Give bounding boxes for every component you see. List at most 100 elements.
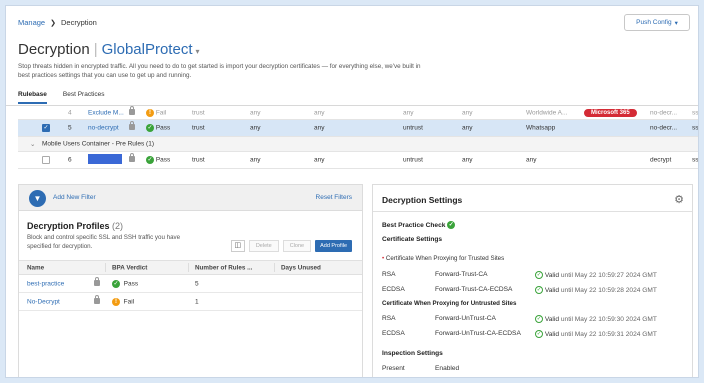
column-header-bpa-verdict[interactable]: BPA Verdict — [112, 264, 147, 271]
settings-title: Decryption Settings — [382, 195, 463, 205]
cert-name: Forward-Trust-CA — [435, 271, 488, 278]
required-marker: • — [382, 255, 385, 262]
cert-name: Forward-Trust-CA-ECDSA — [435, 286, 513, 293]
push-config-button[interactable]: Push Config ▾ — [624, 14, 690, 31]
decryption-profiles-panel: ▼ Add New Filter Reset Filters Decryptio… — [18, 184, 363, 377]
settings-divider — [373, 211, 692, 212]
cert-validity: ✓ Valid until May 22 10:59:27 2024 GMT — [535, 271, 657, 279]
bpa-verdict: ! Fail — [112, 297, 134, 306]
column-header-number-of-rules[interactable]: Number of Rules ... — [195, 264, 252, 271]
cell-user: any — [314, 156, 325, 164]
cert-algorithm: RSA — [382, 271, 396, 278]
certificate-settings-heading: Certificate Settings — [382, 236, 443, 243]
chevron-right-icon: ❯ — [50, 20, 56, 27]
cell-source: any — [250, 109, 261, 116]
trusted-sites-label: Certificate When Proxying for Trusted Si… — [385, 255, 505, 262]
table-row-selected[interactable]: ✓ 5 no-decrypt ✓ Pass trust any any untr… — [18, 120, 699, 137]
chevron-down-icon[interactable]: ⌄ — [30, 140, 35, 148]
page-title-text: Decryption — [18, 41, 90, 58]
redacted-rule-name[interactable] — [88, 154, 122, 166]
page-description: Stop threats hidden in encrypted traffic… — [18, 63, 421, 79]
tab-bar: Rulebase Best Practices — [18, 91, 104, 104]
rule-number: 4 — [68, 109, 72, 116]
bpa-verdict: ✓ Pass — [112, 279, 139, 288]
profiles-toolbar: ◫ Delete Clone Add Profile — [230, 240, 352, 252]
reset-filters-link[interactable]: Reset Filters — [316, 194, 352, 201]
table-row[interactable]: 6 ✓ Pass trust any any untrust any any d… — [18, 152, 699, 169]
microsoft-365-badge: Microsoft 365 — [584, 108, 637, 117]
filter-icon[interactable]: ▼ — [29, 190, 46, 207]
profiles-title: Decryption Profiles (2) — [27, 221, 123, 231]
lock-icon — [94, 276, 100, 288]
table-row[interactable]: No-Decrypt ! Fail 1 — [19, 293, 362, 311]
cert-name: Forward-UnTrust-CA-ECDSA — [435, 330, 521, 337]
tab-rulebase[interactable]: Rulebase — [18, 91, 47, 104]
cert-name: Forward-UnTrust-CA — [435, 315, 496, 322]
row-checkbox[interactable] — [42, 156, 50, 164]
page-title: Decryption | GlobalProtect ▾ — [18, 41, 200, 58]
scope-selector[interactable]: GlobalProtect — [102, 41, 193, 58]
profiles-count: (2) — [112, 221, 124, 231]
lock-icon — [129, 153, 135, 164]
cell-source: any — [250, 156, 261, 164]
cell-type: ssl — [692, 109, 699, 116]
clone-button[interactable]: Clone — [282, 240, 312, 252]
profile-name-link[interactable]: No-Decrypt — [27, 298, 60, 305]
cell-type: ssl — [692, 124, 699, 132]
cell-destination: any — [462, 156, 473, 164]
breadcrumb-manage[interactable]: Manage — [18, 18, 45, 27]
inspection-settings-heading: Inspection Settings — [382, 350, 443, 357]
container-group-row[interactable]: ⌄ Mobile Users Container - Pre Rules (1) — [18, 137, 698, 152]
cert-validity: ✓ Valid until May 22 10:59:31 2024 GMT — [535, 330, 657, 338]
rule-name-link[interactable]: no-decrypt — [88, 125, 119, 132]
app-frame: Manage ❯ Decryption Push Config ▾ Decrypti… — [5, 5, 699, 378]
warning-icon: ! — [146, 108, 154, 117]
column-header-name[interactable]: Name — [27, 264, 44, 271]
columns-icon[interactable]: ◫ — [230, 240, 245, 252]
cell-to-zone: untrust — [403, 156, 423, 164]
cell-category: Whatsapp — [526, 124, 556, 132]
table-row[interactable]: 4 Exclude M... ! Fail trust any any any … — [18, 105, 699, 120]
cell-type: ssl — [692, 156, 699, 164]
filter-bar: ▼ Add New Filter Reset Filters — [19, 185, 362, 211]
trusted-sites-heading: • Certificate When Proxying for Trusted … — [382, 255, 504, 262]
row-checkbox[interactable]: ✓ — [42, 124, 50, 132]
scope-chevron-down-icon[interactable]: ▾ — [196, 47, 200, 56]
delete-button[interactable]: Delete — [248, 240, 279, 252]
cell-category: any — [526, 156, 537, 164]
rule-name-link[interactable]: Exclude M... — [88, 109, 124, 116]
cell-from-zone: trust — [192, 109, 205, 116]
cert-validity: ✓ Valid until May 22 10:59:28 2024 GMT — [535, 286, 657, 294]
cell-to-zone: any — [403, 109, 414, 116]
table-row[interactable]: best-practice ✓ Pass 5 — [19, 275, 362, 293]
column-header-days-unused[interactable]: Days Unused — [281, 264, 321, 271]
cell-user: any — [314, 109, 325, 116]
rule-number: 5 — [68, 124, 72, 132]
title-divider: | — [93, 41, 98, 58]
cell-action: no-decr... — [650, 109, 678, 116]
cell-rule-count: 1 — [195, 298, 199, 305]
cell-action: no-decr... — [650, 124, 678, 132]
rules-table: 4 Exclude M... ! Fail trust any any any … — [18, 105, 699, 169]
add-profile-button[interactable]: Add Profile — [315, 240, 352, 252]
profiles-title-text: Decryption Profiles — [27, 221, 110, 231]
untrusted-sites-heading: Certificate When Proxying for Untrusted … — [382, 300, 517, 307]
gear-icon[interactable]: ⚙ — [674, 193, 684, 206]
check-icon: ✓ — [146, 124, 154, 132]
check-icon: ✓ — [112, 279, 120, 288]
cert-algorithm: RSA — [382, 315, 396, 322]
check-circle-icon: ✓ — [535, 330, 543, 338]
check-circle-icon: ✓ — [535, 315, 543, 323]
profiles-description: Block and control specific SSL and SSH t… — [27, 234, 181, 250]
profile-name-link[interactable]: best-practice — [27, 280, 64, 287]
cert-algorithm: ECDSA — [382, 286, 405, 293]
check-circle-icon: ✓ — [535, 286, 543, 294]
tab-best-practices[interactable]: Best Practices — [63, 91, 105, 104]
breadcrumb: Manage ❯ Decryption — [18, 18, 97, 27]
push-config-label: Push Config — [636, 19, 672, 26]
cell-action: decrypt — [650, 156, 672, 164]
add-new-filter-link[interactable]: Add New Filter — [53, 194, 96, 201]
cell-destination: any — [462, 109, 473, 116]
check-icon: ✓ — [447, 221, 456, 229]
breadcrumb-current: Decryption — [60, 18, 97, 27]
